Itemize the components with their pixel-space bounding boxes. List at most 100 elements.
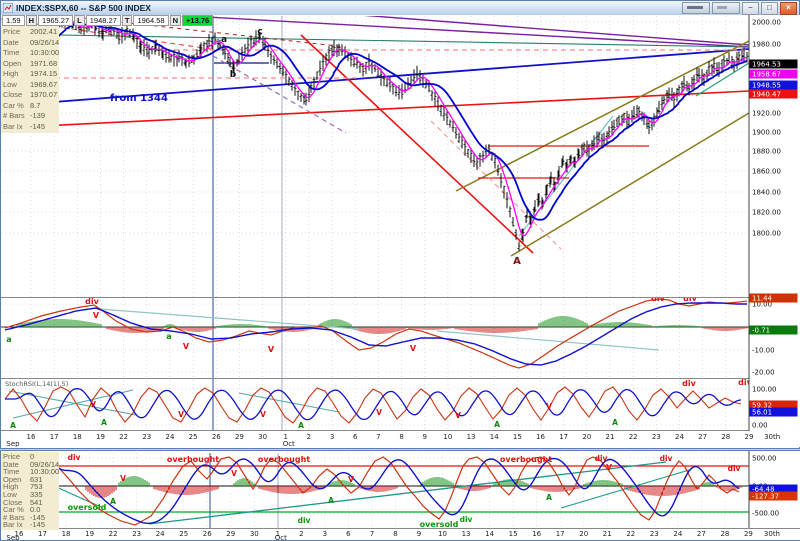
macd-annotation: V <box>268 345 275 354</box>
data-panel-value: 8.7 <box>30 100 41 110</box>
date-label: 8 <box>393 530 397 538</box>
data-panel-row: Close 1970.07 <box>3 90 57 101</box>
data-panel-row: Date 09/26/14 <box>3 38 59 49</box>
date-label: 22 <box>626 530 635 538</box>
data-panel-value: 1970.07 <box>30 90 58 99</box>
axis-label: 1820.00 <box>752 209 781 217</box>
axis-tag-text: 1940.47 <box>752 91 781 99</box>
breadth-annotation: A <box>546 493 552 502</box>
main-chart-canvas[interactable]: abcAfrom 1344div div divVV V Va aStochRSI(L,1… <box>1 15 800 447</box>
macd-annotation: div <box>85 297 99 306</box>
breadth-annotation: V <box>606 463 612 472</box>
date-label: 21 <box>606 433 615 441</box>
indicator-window: overbought overbought overbought oversold ov… <box>0 450 800 541</box>
month-label-oct: Oct <box>283 440 295 447</box>
data-panel-value: -145 <box>30 121 46 131</box>
screen: INDEX:$SPX,60 -- S&P 500 INDEX − □ × a b c… <box>0 0 800 541</box>
date-label: 23 <box>142 433 151 441</box>
date-label: 24 <box>165 433 174 441</box>
breadth-annotation: div <box>298 516 311 525</box>
data-panel-row: Car % 8.7 <box>3 101 57 112</box>
data-panel-value: 1974.15 <box>30 69 58 78</box>
data-panel-row: Price 2002.41 <box>3 27 57 38</box>
axis-label: 1860.00 <box>752 168 781 176</box>
date-label: 10 <box>438 530 447 538</box>
data-panel-value: -145 <box>30 520 46 530</box>
minimize-button[interactable]: − <box>742 1 759 15</box>
data-panel-value: 1969.67 <box>30 79 58 89</box>
date-label: 23 <box>650 530 659 538</box>
date-label: 28 <box>721 433 730 441</box>
date-label: 30th <box>764 530 780 538</box>
date-label: 19 <box>96 433 105 441</box>
axis-label: 1800.00 <box>752 230 781 238</box>
window-titlebar[interactable]: INDEX:$SPX,60 -- S&P 500 INDEX − □ × <box>1 1 799 16</box>
close-button[interactable]: × <box>780 1 797 15</box>
axis-label: 1900.00 <box>752 129 781 137</box>
date-label: 17 <box>559 433 568 441</box>
breadth-annotation: A <box>110 497 116 506</box>
maximize-button[interactable]: □ <box>761 1 778 15</box>
date-label: 22 <box>109 530 118 538</box>
price-annotation: A <box>513 256 521 267</box>
data-panel-label: High <box>3 69 19 78</box>
date-label: 8 <box>399 433 403 441</box>
breadth-annotation: overbought <box>258 455 310 464</box>
stoch-annotation: V <box>455 411 461 420</box>
date-label: 15 <box>509 530 518 538</box>
data-panel-label: Car % <box>3 100 24 110</box>
data-panel-value: 10:30:00 <box>30 48 60 57</box>
data-panel-value: 1971.68 <box>30 58 58 68</box>
main-chart-window: INDEX:$SPX,60 -- S&P 500 INDEX − □ × a b c… <box>0 0 800 449</box>
macd-annotation: V <box>183 342 190 351</box>
axis-tag-text: 11.44 <box>752 295 773 303</box>
axis-label: 0.00 <box>752 422 768 430</box>
breadth-annotation: V <box>231 469 237 478</box>
axis-label: 1920.00 <box>752 110 781 118</box>
window-icon <box>3 3 13 13</box>
date-label: 9 <box>417 530 421 538</box>
date-label: 29 <box>235 433 244 441</box>
date-label: 23 <box>652 433 661 441</box>
toolbar-button-2[interactable] <box>712 2 740 14</box>
date-label: 22 <box>629 433 638 441</box>
axis-tag-text: 1964.53 <box>752 61 781 69</box>
date-label: 6 <box>346 530 351 538</box>
quote-field: T <box>121 15 133 26</box>
quote-field: 1964.58 <box>133 15 169 26</box>
axis-label: 1880.00 <box>752 148 781 156</box>
date-label: 16 <box>536 433 545 441</box>
stoch-annotation: V <box>546 402 552 411</box>
toolbar-button-1[interactable] <box>682 2 710 14</box>
stoch-annotation: A <box>612 418 618 427</box>
data-panel-label: # Bars <box>3 111 25 120</box>
month-label-sep: Sep <box>6 440 20 447</box>
date-label: 23 <box>132 530 141 538</box>
data-panel-value: -139 <box>30 111 46 120</box>
breadth-annotation: V <box>120 474 126 483</box>
date-label: 13 <box>467 433 476 441</box>
date-label: 25 <box>189 433 198 441</box>
breadth-annotation: oversold <box>68 503 107 512</box>
breadth-annotation: V <box>348 475 354 484</box>
date-label: 3 <box>330 433 334 441</box>
macd-annotation: V <box>93 311 100 320</box>
date-label: 20 <box>579 530 588 538</box>
indicator-chart-canvas[interactable]: overbought overbought overbought oversold ov… <box>1 451 800 540</box>
price-annotation: c <box>257 27 262 37</box>
data-panel-label: Bar Ix <box>3 520 23 530</box>
breadth-annotation: A <box>328 496 334 505</box>
axis-label: 100.00 <box>752 386 777 394</box>
month-label-oct: Oct <box>275 534 287 540</box>
date-label: 10 <box>443 433 452 441</box>
date-label: 25 <box>179 530 188 538</box>
breadth-annotation: div <box>728 464 741 473</box>
data-panel-bottom: Price 0 Date 09/26/14 Time 10:30:00 Open 631 Hig… <box>1 452 59 530</box>
data-panel-row: # Bars -139 <box>3 111 57 122</box>
quote-field: 1965.27 <box>38 15 74 26</box>
price-annotation: a <box>221 35 227 45</box>
stoch-annotation: A <box>101 418 107 427</box>
data-panel-label: Low <box>3 79 17 89</box>
date-label: 29 <box>744 433 753 441</box>
date-label: 14 <box>485 530 494 538</box>
